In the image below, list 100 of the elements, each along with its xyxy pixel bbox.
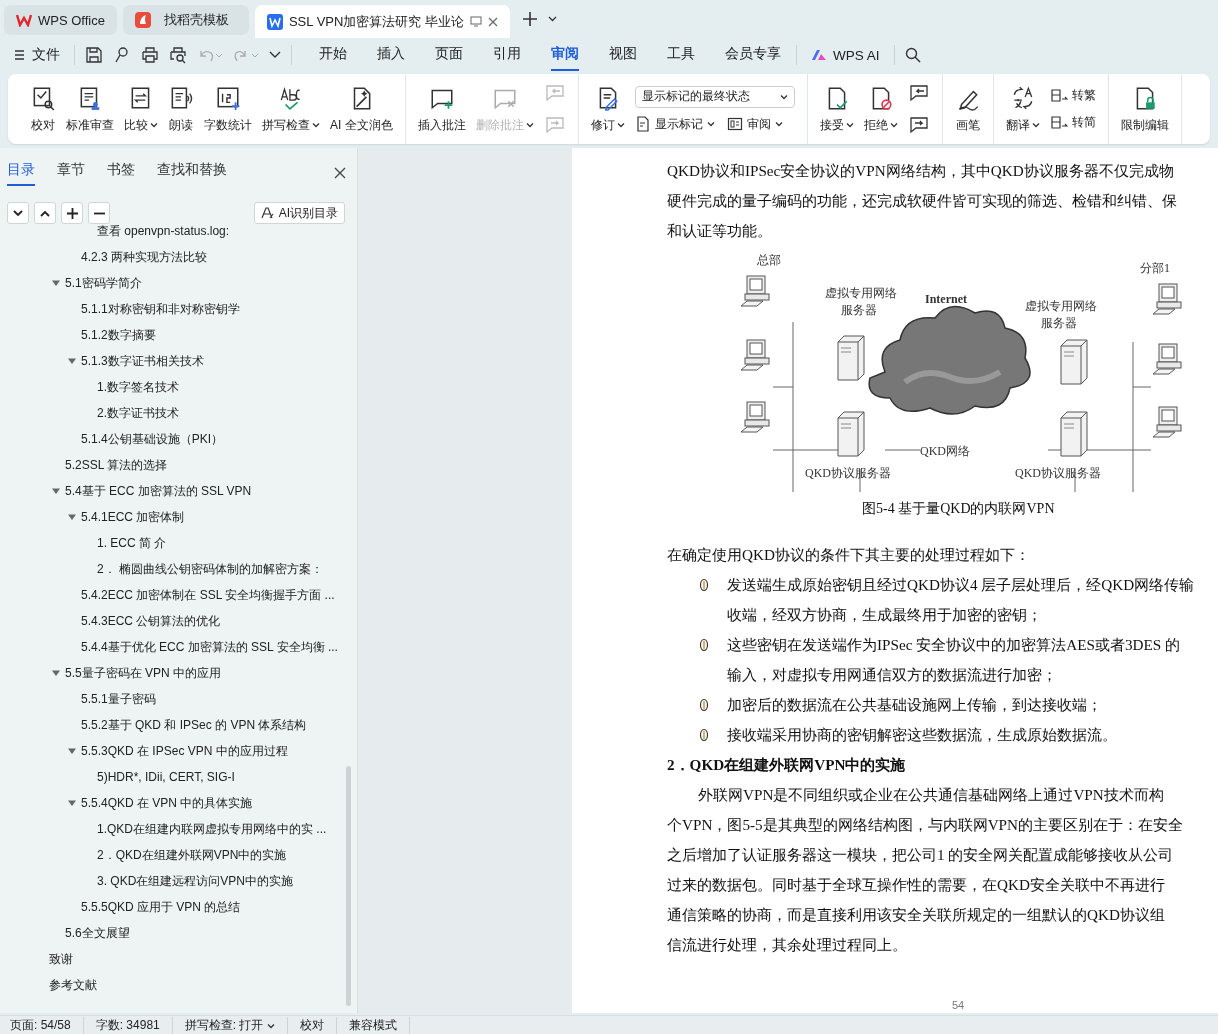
ribbon-button[interactable]: 显示标记 — [634, 115, 715, 133]
expanded-triangle-icon[interactable] — [68, 747, 76, 755]
expanded-triangle-icon[interactable] — [68, 799, 76, 807]
document-tab[interactable]: 找稻壳模板 — [122, 5, 249, 35]
computer-icon — [740, 339, 770, 371]
outline-item[interactable]: 2． 椭圆曲线公钥密码体制的加解密方案： — [97, 560, 323, 578]
markup-dropdown[interactable]: 显示标记的最终状态 — [634, 85, 795, 108]
ribbon-button[interactable]: 校对 — [26, 80, 60, 138]
outline-item[interactable]: 参考文献 — [49, 976, 97, 994]
expanded-triangle-icon[interactable] — [52, 279, 60, 287]
document-tab[interactable]: SSL VPN加密算法研究 毕业论 — [254, 5, 510, 38]
chevron-down-icon[interactable] — [548, 16, 557, 22]
ribbon-tab[interactable]: 工具 — [667, 39, 695, 71]
outline-item[interactable]: 5.4.2ECC 加密体制在 SSL 安全均衡握手方面 ... — [81, 586, 335, 604]
search-icon[interactable] — [904, 47, 921, 63]
status-button[interactable]: 校对 — [300, 1017, 338, 1034]
outline-item[interactable]: 5.4.3ECC 公钥算法的优化 — [81, 612, 221, 630]
document-tab[interactable]: WPS Office — [4, 5, 117, 35]
close-icon[interactable] — [333, 166, 347, 180]
ribbon-button[interactable]: 审阅 — [726, 115, 783, 133]
ribbon-button[interactable]: 字数统计 — [200, 80, 256, 138]
ribbon-tab[interactable]: 页面 — [435, 39, 463, 71]
ribbon-button[interactable]: 修订 — [586, 80, 629, 138]
save-icon[interactable] — [85, 46, 103, 64]
ribbon-button[interactable]: 朗读 — [164, 80, 198, 138]
next-comment-button[interactable] — [907, 114, 930, 136]
ribbon-button[interactable]: 插入批注 — [413, 80, 470, 138]
ribbon-button[interactable]: 比较 — [120, 80, 162, 138]
outline-item[interactable]: 5.1.4公钥基础设施（PKI） — [81, 430, 224, 448]
ribbon-button[interactable]: 画笔 — [950, 80, 985, 138]
outline-item[interactable]: 2.数字证书技术 — [97, 404, 179, 422]
collapse-button[interactable] — [34, 202, 56, 224]
expanded-triangle-icon[interactable] — [68, 513, 76, 521]
ribbon-tab[interactable]: 视图 — [609, 39, 637, 71]
ribbon-button[interactable]: 翻译 — [1001, 80, 1044, 138]
outline-item[interactable]: 5.1.1对称密钥和非对称密钥学 — [81, 300, 240, 318]
ribbon-button[interactable]: 拒绝 — [859, 80, 902, 138]
previous-comment-button[interactable] — [907, 82, 930, 104]
outline-item[interactable]: 5.1.3数字证书相关技术 — [81, 352, 204, 370]
print-icon[interactable] — [141, 46, 159, 64]
print-preview-icon[interactable] — [169, 46, 187, 64]
ribbon-button[interactable]: 限制编辑 — [1116, 80, 1173, 138]
outline-item[interactable]: 5.1.2数字摘要 — [81, 326, 156, 344]
outline-item[interactable]: 1. ECC 简 介 — [97, 534, 167, 552]
panel-tab[interactable]: 查找和替换 — [157, 160, 227, 186]
expand-button[interactable] — [7, 202, 29, 224]
document-logo-icon — [266, 13, 283, 30]
diagram-label: 虚拟专用网络 — [1025, 299, 1097, 313]
ribbon-button[interactable]: 标准审查 — [62, 80, 118, 138]
ribbon-tab[interactable]: 开始 — [319, 39, 347, 71]
caret-icon — [779, 93, 788, 100]
outline-item[interactable]: 5.5.5QKD 应用于 VPN 的总结 — [81, 898, 241, 916]
ribbon-tab[interactable]: 审阅 — [551, 39, 579, 71]
outline-item[interactable]: 5.4.4基于优化 ECC 加密算法的 SSL 安全均衡 ... — [81, 638, 338, 656]
outline-item[interactable]: 5.5.1量子密码 — [81, 690, 156, 708]
outline-item[interactable]: 3. QKD在组建远程访问VPN中的实施 — [97, 872, 294, 890]
file-menu[interactable]: 文件 — [10, 46, 64, 64]
ai-outline-button[interactable]: AI识别目录 — [253, 202, 345, 224]
close-icon[interactable] — [488, 16, 498, 27]
outline-item[interactable]: 5.5.2基于 QKD 和 IPSec 的 VPN 体系结构 — [81, 716, 307, 734]
panel-tab[interactable]: 章节 — [57, 160, 85, 186]
outline-item[interactable]: 5.5.3QKD 在 IPSec VPN 中的应用过程 — [81, 742, 288, 760]
expanded-triangle-icon[interactable] — [52, 487, 60, 495]
monitor-icon — [470, 16, 482, 27]
status-menu[interactable]: 拼写检查: 打开 — [184, 1017, 289, 1034]
outline-item[interactable]: 5.1密码学简介 — [65, 274, 142, 292]
outline-item[interactable]: 4.2.3 两种实现方法比较 — [81, 248, 208, 266]
add-tab-icon[interactable] — [522, 11, 538, 27]
ribbon-button[interactable]: 转繁 — [1049, 87, 1096, 104]
outline-item[interactable]: 5.5量子密码在 VPN 中的应用 — [65, 664, 222, 682]
remove-button[interactable] — [88, 202, 110, 224]
add-button[interactable] — [61, 202, 83, 224]
outline-item[interactable]: 5.5.4QKD 在 VPN 中的具体实施 — [81, 794, 253, 812]
diagram-label: QKD协议服务器 — [1015, 466, 1101, 480]
ribbon-tab[interactable]: 引用 — [493, 39, 521, 71]
outline-item[interactable]: 查看 openvpn-status.log: — [97, 224, 230, 240]
ribbon-button[interactable]: 接受 — [815, 80, 858, 138]
chevron-down-icon[interactable] — [269, 51, 281, 59]
ribbon-button[interactable]: 拼写检查 — [258, 80, 324, 138]
expanded-triangle-icon[interactable] — [68, 357, 76, 365]
panel-tab[interactable]: 书签 — [107, 160, 135, 186]
outline-item[interactable]: 5.2SSL 算法的选择 — [65, 456, 168, 474]
ribbon-tab[interactable]: 会员专享 — [725, 39, 781, 71]
expanded-triangle-icon[interactable] — [52, 669, 60, 677]
outline-item[interactable]: 致谢 — [49, 950, 73, 968]
outline-item[interactable]: 1.QKD在组建内联网虚拟专用网络中的实 ... — [97, 820, 327, 838]
outline-item[interactable]: 5.6全文展望 — [65, 924, 130, 942]
server-icon — [1060, 411, 1088, 457]
wps-ai-button[interactable]: WPS AI — [807, 47, 884, 63]
review-pane-icon — [726, 116, 743, 132]
outline-item[interactable]: 2．QKD在组建外联网VPN中的实施 — [97, 846, 287, 864]
outline-item[interactable]: 5)HDR*, IDii, CERT, SIG-I — [97, 770, 235, 784]
panel-tab[interactable]: 目录 — [7, 160, 35, 186]
outline-item[interactable]: 1.数字签名技术 — [97, 378, 179, 396]
outline-item[interactable]: 5.4基于 ECC 加密算法的 SSL VPN — [65, 482, 252, 500]
outline-item[interactable]: 5.4.1ECC 加密体制 — [81, 508, 185, 526]
ribbon-button[interactable]: AI 全文润色 — [326, 80, 397, 138]
ribbon-tab[interactable]: 插入 — [377, 39, 405, 71]
scrollbar-thumb[interactable] — [346, 766, 351, 1006]
ribbon-button[interactable]: 转简 — [1049, 114, 1096, 131]
